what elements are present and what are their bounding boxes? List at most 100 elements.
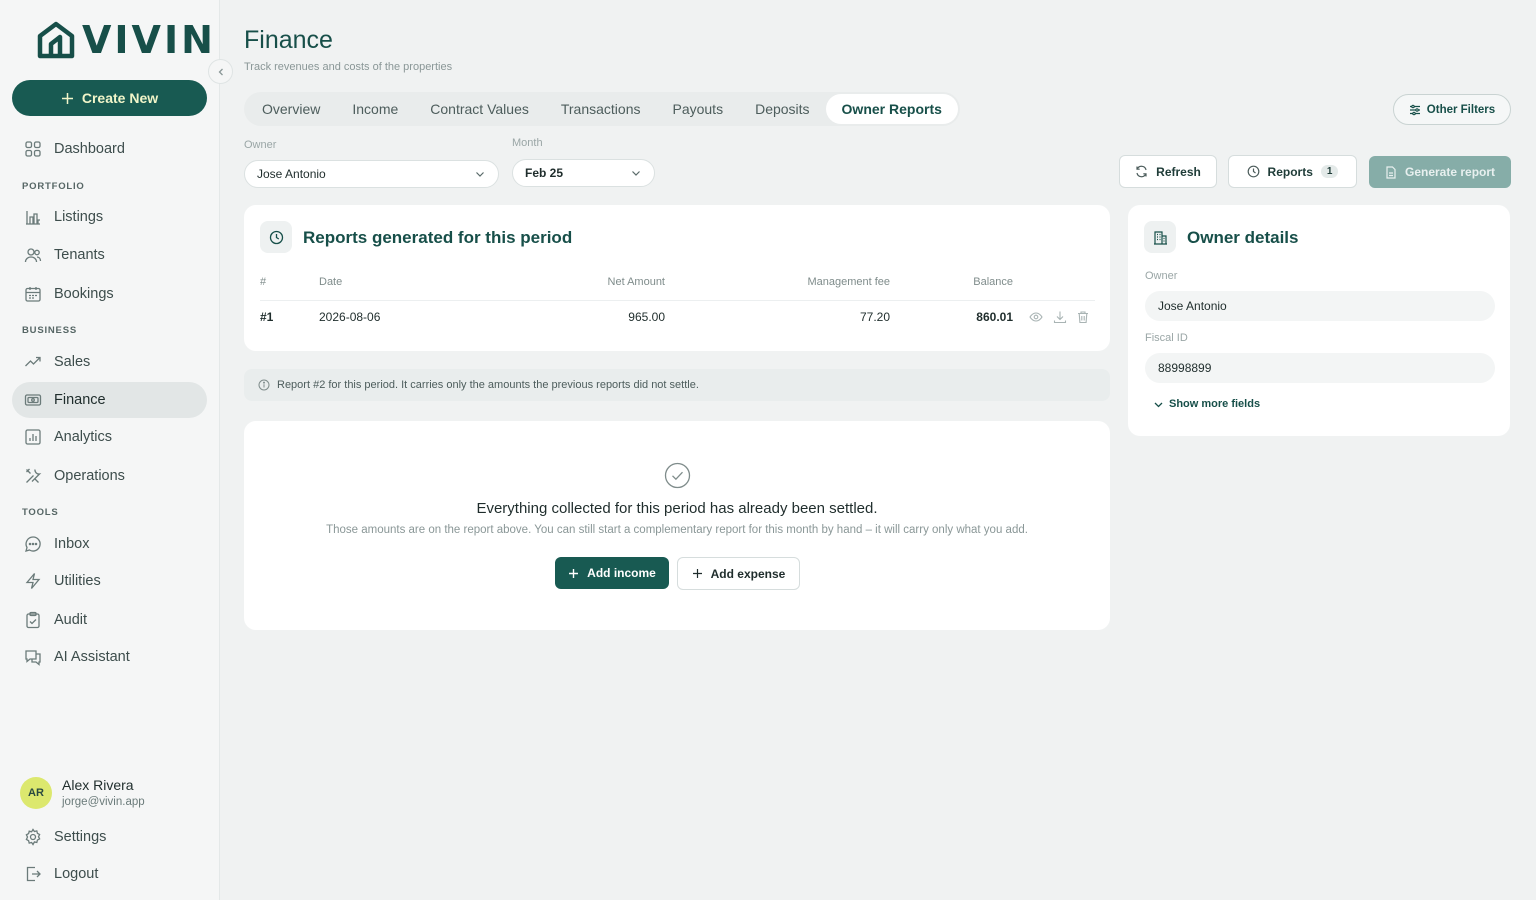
sidebar-collapse-button[interactable] xyxy=(208,59,233,84)
vivin-logo[interactable]: VIVIN xyxy=(36,20,216,60)
fiscal-id-label: Fiscal ID xyxy=(1145,332,1188,344)
banknote-icon xyxy=(24,394,42,406)
sidebar-item-tenants[interactable]: Tenants xyxy=(12,237,207,273)
sidebar-item-sales[interactable]: Sales xyxy=(12,344,207,380)
tab-transactions[interactable]: Transactions xyxy=(545,94,657,124)
sidebar-item-label: Logout xyxy=(54,866,99,882)
owner-filter-label: Owner xyxy=(244,139,277,151)
chat-bubble-icon xyxy=(25,536,41,552)
tab-overview[interactable]: Overview xyxy=(246,94,336,124)
row-date: 2026-08-06 xyxy=(319,310,381,324)
sidebar-item-operations[interactable]: Operations xyxy=(12,458,207,494)
sidebar-item-label: Tenants xyxy=(54,247,105,263)
sidebar-item-label: Utilities xyxy=(54,573,101,589)
create-new-label: Create New xyxy=(81,90,159,106)
show-more-fields-link[interactable]: Show more fields xyxy=(1153,398,1260,410)
settled-subtitle: Those amounts are on the report above. Y… xyxy=(326,524,1028,536)
calendar-icon xyxy=(25,287,41,302)
tab-owner-reports[interactable]: Owner Reports xyxy=(825,94,958,124)
plus-icon xyxy=(61,92,73,104)
tab-deposits[interactable]: Deposits xyxy=(739,94,825,124)
row-net-amount: 965.00 xyxy=(628,310,665,324)
sidebar-item-dashboard[interactable]: Dashboard xyxy=(12,131,207,167)
table-divider xyxy=(260,300,1095,301)
add-expense-button[interactable]: Add expense xyxy=(677,557,800,590)
trash-icon[interactable] xyxy=(1076,310,1090,324)
sidebar-item-bookings[interactable]: Bookings xyxy=(12,276,207,312)
tab-income[interactable]: Income xyxy=(336,94,414,124)
owner-field: Jose Antonio xyxy=(1145,291,1495,321)
add-expense-label: Add expense xyxy=(710,566,786,581)
owner-select-value: Jose Antonio xyxy=(257,167,326,181)
sidebar-item-listings[interactable]: Listings xyxy=(12,199,207,235)
sidebar-item-inbox[interactable]: Inbox xyxy=(12,526,207,562)
sidebar-item-logout[interactable]: Logout xyxy=(12,856,207,892)
download-icon[interactable] xyxy=(1053,310,1067,324)
sidebar: VIVIN Create New Dashboard PORTFOLIO Lis… xyxy=(0,0,220,900)
document-icon xyxy=(1386,165,1396,179)
building-icon xyxy=(1153,230,1167,245)
owner-details-icon xyxy=(1144,221,1176,253)
user-email: jorge@vivin.app xyxy=(62,796,145,808)
sidebar-item-utilities[interactable]: Utilities xyxy=(12,563,207,599)
owner-details-title: Owner details xyxy=(1187,228,1299,247)
reports-button[interactable]: Reports 1 xyxy=(1228,155,1357,188)
add-income-button[interactable]: Add income xyxy=(555,557,669,589)
sidebar-item-audit[interactable]: Audit xyxy=(12,602,207,638)
refresh-button[interactable]: Refresh xyxy=(1119,155,1217,188)
tab-payouts[interactable]: Payouts xyxy=(656,94,739,124)
sidebar-item-finance[interactable]: Finance xyxy=(12,382,207,418)
logout-icon xyxy=(26,866,41,882)
sidebar-item-label: Operations xyxy=(54,468,125,484)
generate-report-button[interactable]: Generate report xyxy=(1369,156,1511,188)
row-number: #1 xyxy=(260,310,274,324)
chevron-down-icon xyxy=(476,172,484,177)
sidebar-item-settings[interactable]: Settings xyxy=(12,819,207,855)
settled-title: Everything collected for this period has… xyxy=(476,500,878,517)
other-filters-button[interactable]: Other Filters xyxy=(1393,94,1511,125)
month-filter-label: Month xyxy=(512,137,543,149)
col-header-number: # xyxy=(260,276,267,288)
reports-card-icon xyxy=(260,221,292,253)
refresh-icon xyxy=(1136,165,1147,178)
report-info-text: Report #2 for this period. It carries on… xyxy=(277,379,699,391)
sidebar-item-label: Listings xyxy=(54,209,104,225)
row-balance: 860.01 xyxy=(976,310,1013,324)
fiscal-id-field: 88998899 xyxy=(1145,353,1495,383)
sidebar-item-label: Dashboard xyxy=(54,141,125,157)
month-select-value: Feb 25 xyxy=(525,166,564,180)
plus-icon xyxy=(569,568,579,578)
owner-label: Owner xyxy=(1145,270,1178,282)
sidebar-item-label: Inbox xyxy=(54,536,90,552)
section-business: BUSINESS xyxy=(22,325,77,336)
users-icon xyxy=(24,248,42,263)
month-select[interactable]: Feb 25 xyxy=(512,159,655,187)
sidebar-item-analytics[interactable]: Analytics xyxy=(12,419,207,455)
tab-contract-values[interactable]: Contract Values xyxy=(414,94,545,124)
assistant-chat-icon xyxy=(25,650,41,666)
clipboard-check-icon xyxy=(26,611,40,629)
sidebar-item-label: AI Assistant xyxy=(54,649,130,665)
row-management-fee: 77.20 xyxy=(859,310,890,324)
refresh-label: Refresh xyxy=(1156,164,1201,179)
reports-count-badge: 1 xyxy=(1320,165,1339,178)
sidebar-item-label: Bookings xyxy=(54,286,114,302)
sidebar-item-label: Finance xyxy=(54,392,106,408)
col-header-balance: Balance xyxy=(973,276,1013,288)
trend-up-icon xyxy=(25,356,41,367)
house-logo-icon xyxy=(37,21,75,59)
eye-icon[interactable] xyxy=(1029,310,1043,324)
brand-name: VIVIN xyxy=(82,18,216,62)
clock-icon xyxy=(269,230,283,244)
owner-select[interactable]: Jose Antonio xyxy=(244,160,499,188)
create-new-button[interactable]: Create New xyxy=(12,80,207,116)
sidebar-item-ai-assistant[interactable]: AI Assistant xyxy=(12,639,207,675)
chevron-left-icon xyxy=(218,68,223,75)
other-filters-label: Other Filters xyxy=(1426,103,1496,116)
finance-tabs: Overview Income Contract Values Transact… xyxy=(244,92,960,126)
user-profile[interactable]: AR Alex Rivera jorge@vivin.app xyxy=(20,776,145,810)
lightning-icon xyxy=(25,573,41,589)
clock-icon xyxy=(1247,165,1259,178)
user-name: Alex Rivera xyxy=(62,777,134,793)
sidebar-item-label: Audit xyxy=(54,612,88,628)
